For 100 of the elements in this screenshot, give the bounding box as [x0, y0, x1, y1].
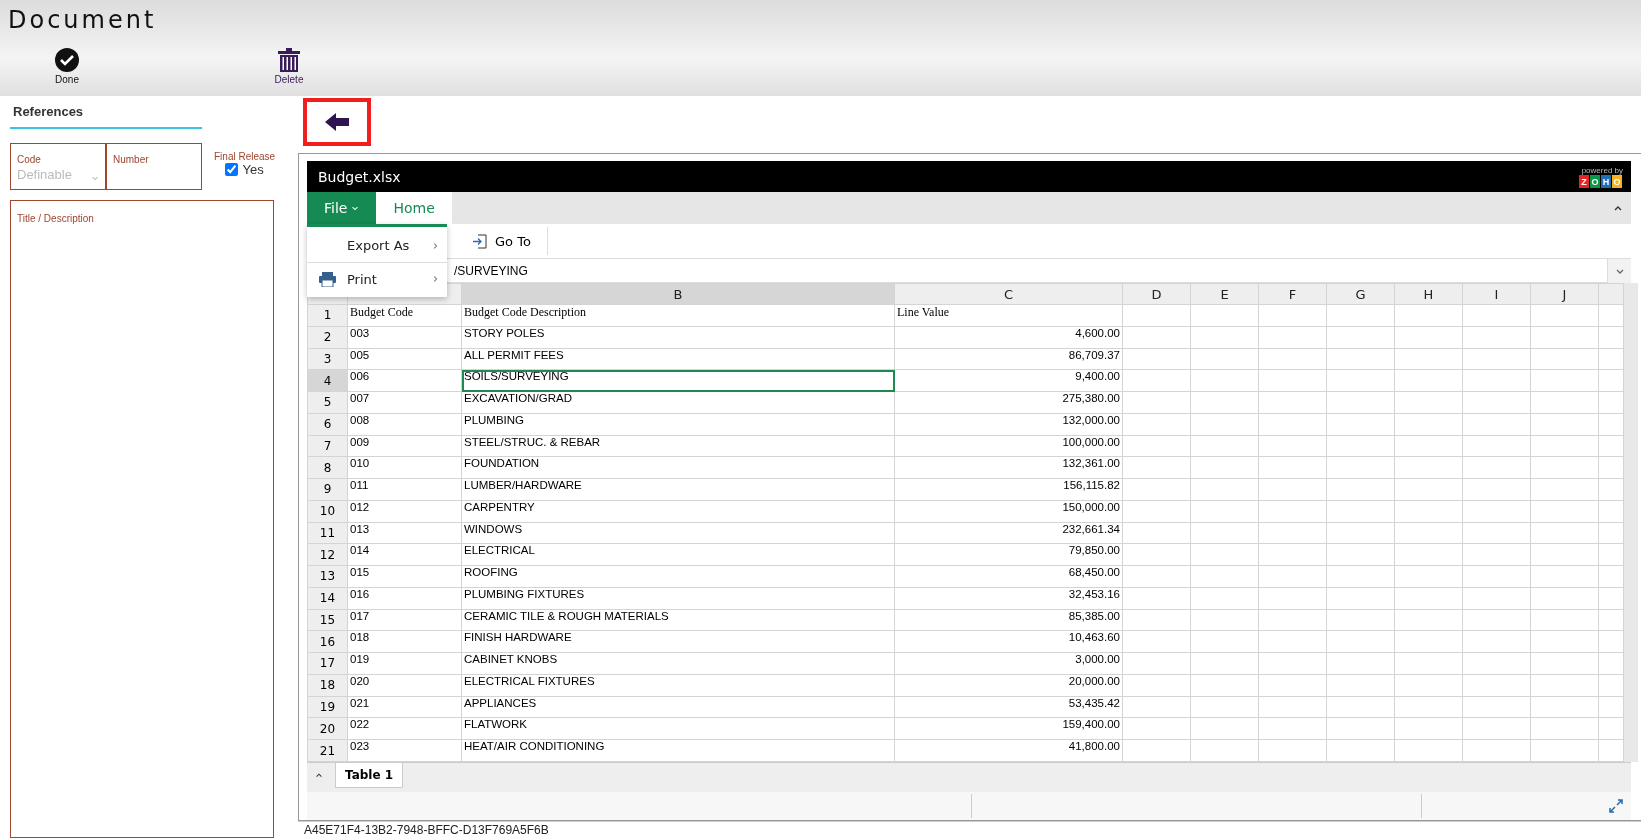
table-cell: PLUMBING FIXTURES: [461, 587, 895, 609]
table-cell: 20,000.00: [894, 674, 1123, 696]
row-number[interactable]: 20: [307, 717, 348, 740]
row-number[interactable]: 11: [307, 522, 348, 544]
fullscreen-icon[interactable]: [1609, 799, 1623, 813]
table-cell: APPLIANCES: [461, 696, 895, 718]
table-cell: 9,400.00: [894, 369, 1123, 392]
row-number[interactable]: 21: [307, 739, 348, 762]
row-number[interactable]: 13: [307, 565, 348, 588]
column-header[interactable]: B: [461, 283, 895, 305]
left-arrow-icon: [325, 113, 349, 131]
table-cell: 100,000.00: [894, 435, 1123, 457]
table-cell: 132,361.00: [894, 456, 1123, 479]
table-cell: CABINET KNOBS: [461, 652, 895, 675]
table-cell: FLATWORK: [461, 717, 895, 740]
table-cell: 019: [347, 652, 462, 675]
column-header[interactable]: E: [1190, 283, 1259, 305]
row-number[interactable]: 8: [307, 456, 348, 479]
table-cell: ELECTRICAL: [461, 543, 895, 566]
code-dropdown[interactable]: Code Definable: [10, 143, 106, 190]
table-cell: FOUNDATION: [461, 456, 895, 479]
powered-by-text: powered by: [1581, 165, 1623, 175]
final-release-checkbox[interactable]: [225, 163, 239, 176]
table-cell: 009: [347, 435, 462, 457]
row-number[interactable]: 14: [307, 587, 348, 609]
sheet-list-icon: [315, 771, 323, 779]
menu-item[interactable]: Export As: [307, 229, 447, 262]
table-cell: 4,600.00: [894, 326, 1123, 348]
trash-icon: [278, 48, 300, 72]
table-cell: 008: [347, 413, 462, 435]
chevron-icon: [351, 204, 360, 212]
row-number[interactable]: 10: [307, 500, 348, 522]
table-cell: ROOFING: [461, 565, 895, 588]
row-number[interactable]: 12: [307, 543, 348, 566]
table-cell: SOILS/SURVEYING: [461, 369, 895, 392]
table-cell: ALL PERMIT FEES: [461, 348, 895, 370]
column-header[interactable]: F: [1258, 283, 1327, 305]
table-cell: 006: [347, 369, 462, 392]
table-cell: 10,463.60: [894, 630, 1123, 653]
table-cell: WINDOWS: [461, 522, 895, 544]
table-cell: 85,385.00: [894, 609, 1123, 631]
file-menu-button[interactable]: File: [307, 192, 377, 224]
table-cell: 014: [347, 543, 462, 566]
table-cell: 32,453.16: [894, 587, 1123, 609]
table-cell: 79,850.00: [894, 543, 1123, 566]
done-button[interactable]: Done: [0, 48, 134, 85]
row-number[interactable]: 16: [307, 630, 348, 653]
title-description-field[interactable]: Title / Description: [10, 200, 274, 838]
row-number[interactable]: 19: [307, 696, 348, 718]
column-header[interactable]: G: [1326, 283, 1395, 305]
row-number[interactable]: 17: [307, 652, 348, 675]
column-header[interactable]: D: [1122, 283, 1191, 305]
table-cell: 013: [347, 522, 462, 544]
printer-icon: [319, 271, 336, 287]
delete-button[interactable]: Delete: [134, 48, 444, 85]
ribbon-tab[interactable]: Home: [376, 192, 452, 224]
row-number[interactable]: 5: [307, 391, 348, 414]
table-cell: 021: [347, 696, 462, 718]
table-cell: 156,115.82: [894, 478, 1123, 501]
number-field[interactable]: Number: [106, 143, 202, 190]
table-cell: ELECTRICAL FIXTURES: [461, 674, 895, 696]
sheet-tab[interactable]: Table 1: [335, 763, 404, 788]
column-header[interactable]: J: [1530, 283, 1599, 305]
back-button[interactable]: [303, 98, 371, 146]
table-cell: Budget Code Description: [461, 304, 895, 327]
row-number[interactable]: 1: [307, 304, 348, 327]
table-cell: 018: [347, 630, 462, 653]
row-number[interactable]: 9: [307, 478, 348, 501]
row-number[interactable]: 6: [307, 413, 348, 435]
field-label: Final Release: [214, 151, 276, 162]
table-cell: 232,661.34: [894, 522, 1123, 544]
table-cell: 132,000.00: [894, 413, 1123, 435]
table-cell: PLUMBING: [461, 413, 895, 435]
table-cell: 015: [347, 565, 462, 588]
row-number[interactable]: 2: [307, 326, 348, 348]
scrollbar[interactable]: [1624, 283, 1638, 762]
row-number[interactable]: 18: [307, 674, 348, 696]
table-cell: 012: [347, 500, 462, 522]
column-header[interactable]: H: [1394, 283, 1463, 305]
row-number[interactable]: 7: [307, 435, 348, 457]
row-number[interactable]: 3: [307, 348, 348, 370]
table-cell: 275,380.00: [894, 391, 1123, 414]
formula-text: /SURVEYING: [454, 263, 528, 278]
submenu-icon: [431, 241, 439, 250]
table-cell: 53,435.42: [894, 696, 1123, 718]
table-cell: 011: [347, 478, 462, 501]
row-number[interactable]: 4: [307, 369, 348, 392]
column-header[interactable]: C: [894, 283, 1123, 305]
table-cell: 003: [347, 326, 462, 348]
table-cell: Budget Code: [347, 304, 462, 327]
menu-item[interactable]: Print: [307, 262, 447, 295]
table-cell: 41,800.00: [894, 739, 1123, 762]
submenu-icon: [431, 275, 439, 283]
go-to-button[interactable]: Go To: [457, 227, 548, 255]
table-cell: LUMBER/HARDWARE: [461, 478, 895, 501]
row-number[interactable]: 15: [307, 609, 348, 631]
column-header[interactable]: I: [1462, 283, 1531, 305]
document-id: A45E71F4-13B2-7948-BFFC-D13F769A5F6B: [298, 821, 1641, 838]
table-cell: 86,709.37: [894, 348, 1123, 370]
section-heading: References: [10, 104, 202, 129]
